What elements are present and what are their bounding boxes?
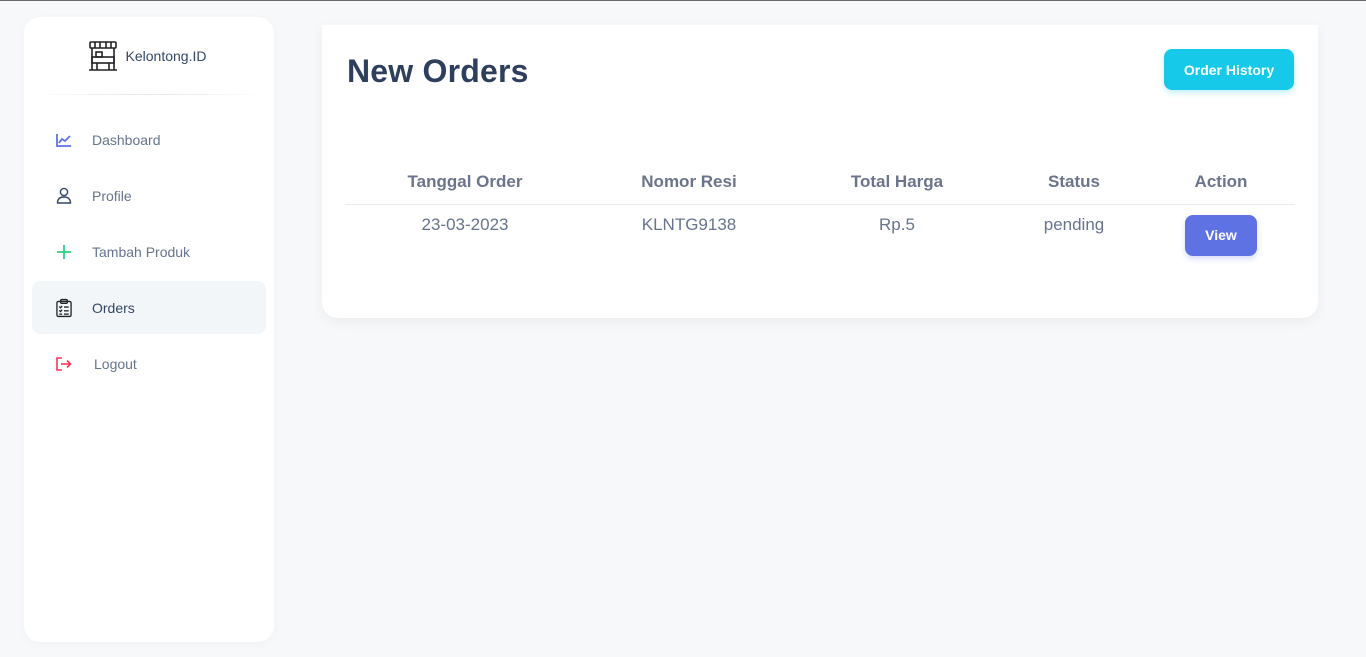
view-button[interactable]: View xyxy=(1185,214,1257,256)
sidebar-item-label: Tambah Produk xyxy=(92,243,191,260)
sidebar-item-tambah-produk[interactable]: Tambah Produk xyxy=(32,225,266,278)
cell-nomor-resi: KLNTG9138 xyxy=(641,215,737,234)
cell-total-harga: Rp.5 xyxy=(879,215,915,234)
sidebar-nav: Dashboard Profile Tambah Produk Orders L… xyxy=(32,113,266,393)
store-icon xyxy=(87,39,119,73)
plus-icon xyxy=(56,244,72,260)
cell-tanggal-order: 23-03-2023 xyxy=(421,215,509,234)
sidebar: Kelontong.ID Dashboard Profile Tambah Pr… xyxy=(24,17,274,642)
sidebar-item-logout[interactable]: Logout xyxy=(32,337,266,390)
page-title: New Orders xyxy=(347,53,529,89)
sidebar-item-label: Logout xyxy=(94,355,137,372)
cell-status: pending xyxy=(1043,215,1105,234)
orders-table: Tanggal Order Nomor Resi Total Harga Sta… xyxy=(345,160,1295,265)
sidebar-item-dashboard[interactable]: Dashboard xyxy=(32,113,266,166)
brand[interactable]: Kelontong.ID xyxy=(24,17,274,95)
sidebar-item-orders[interactable]: Orders xyxy=(32,281,266,334)
column-header-tanggal-order: Tanggal Order xyxy=(407,172,523,191)
sidebar-item-label: Profile xyxy=(92,187,132,204)
brand-name: Kelontong.ID xyxy=(125,48,207,64)
sidebar-item-label: Orders xyxy=(92,299,135,316)
order-history-button[interactable]: Order History xyxy=(1164,49,1294,90)
brand-divider xyxy=(34,94,264,95)
clipboard-list-icon xyxy=(56,298,72,317)
column-header-nomor-resi: Nomor Resi xyxy=(641,172,737,191)
top-border xyxy=(0,0,1366,1)
column-header-status: Status xyxy=(1048,172,1100,191)
column-header-action: Action xyxy=(1194,172,1248,191)
cell-action: View xyxy=(1147,195,1295,256)
chart-line-icon xyxy=(56,132,72,148)
column-header-total-harga: Total Harga xyxy=(850,172,944,191)
sidebar-item-label: Dashboard xyxy=(92,131,161,148)
table-row: 23-03-2023 KLNTG9138 Rp.5 pending View xyxy=(345,205,1295,265)
orders-card: New Orders Order History Tanggal Order N… xyxy=(322,25,1318,318)
sidebar-item-profile[interactable]: Profile xyxy=(32,169,266,222)
user-icon xyxy=(56,187,72,204)
logout-icon xyxy=(56,356,72,372)
